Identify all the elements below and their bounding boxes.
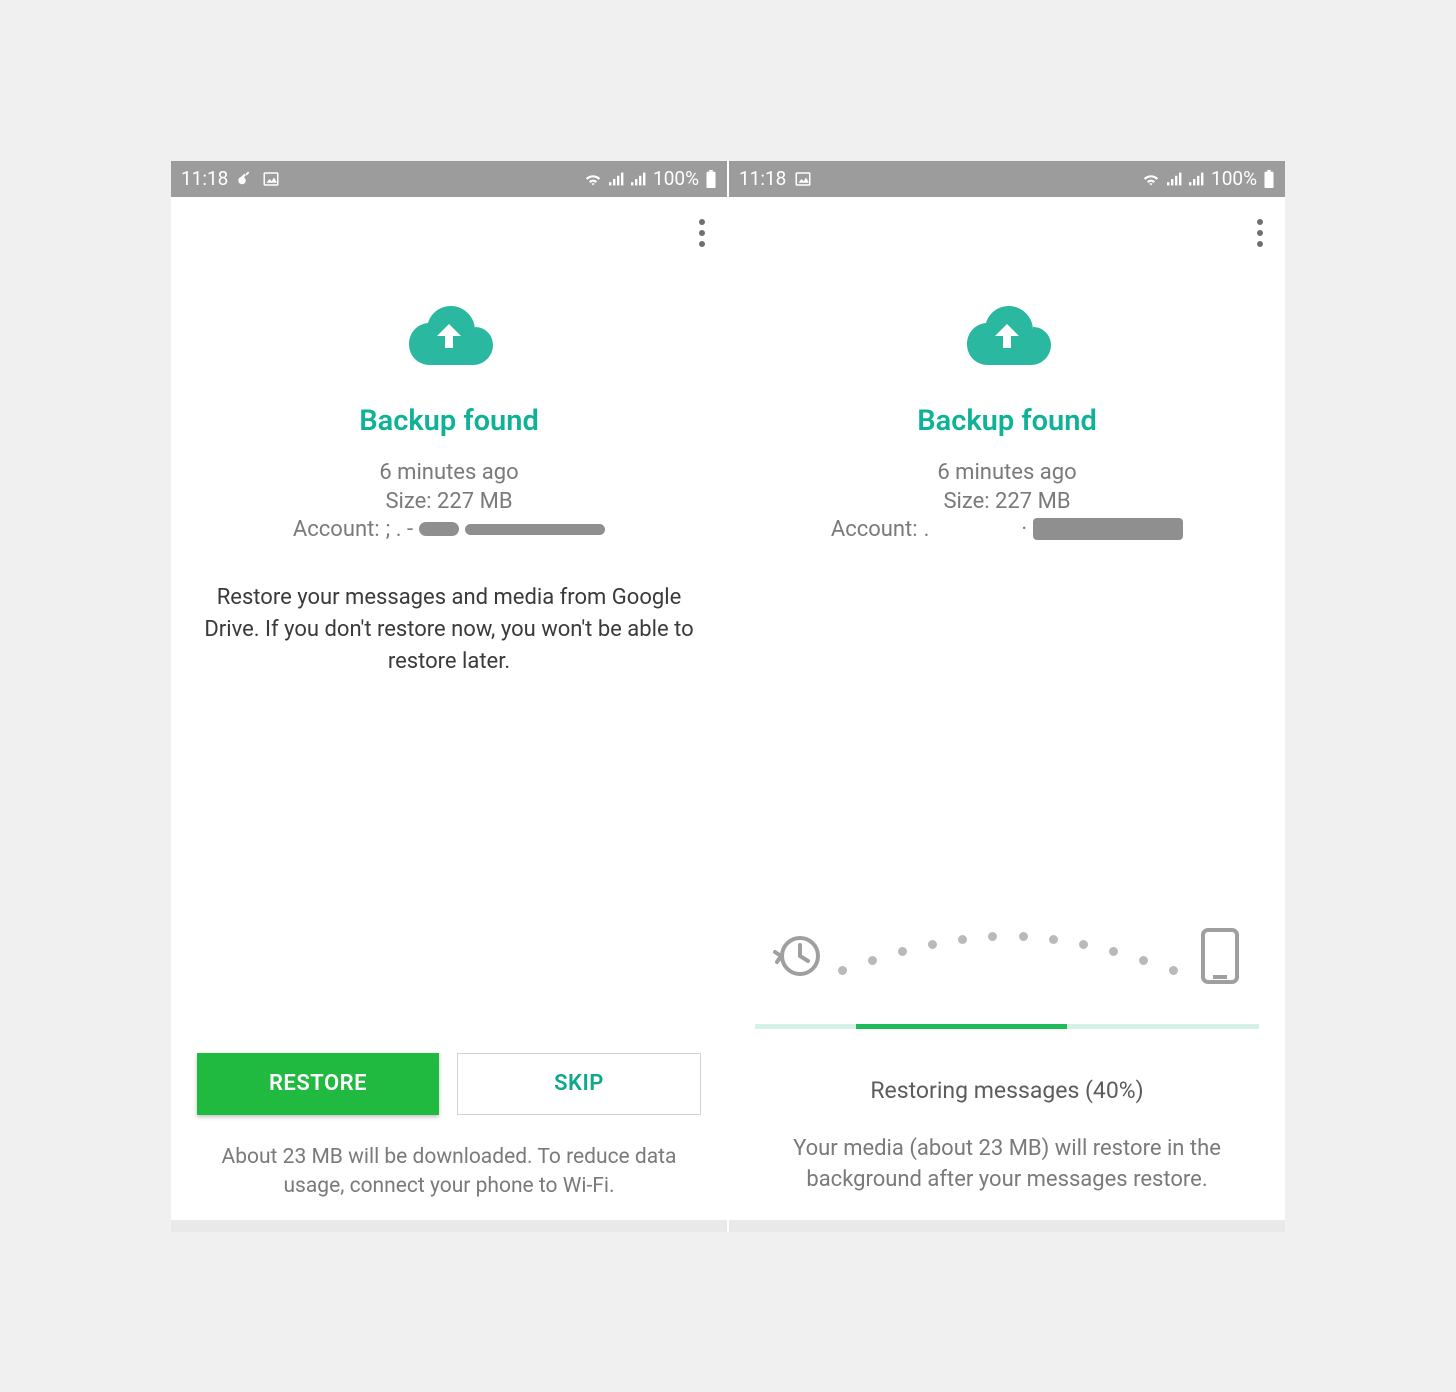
backup-timestamp: 6 minutes ago <box>937 458 1076 488</box>
bottom-section: RESTORE SKIP About 23 MB will be downloa… <box>171 1053 727 1220</box>
wifi-icon <box>583 171 603 187</box>
restore-button[interactable]: RESTORE <box>197 1053 439 1115</box>
battery-icon <box>1263 170 1275 188</box>
redacted-account: ; . - <box>386 517 605 542</box>
image-icon <box>262 170 280 188</box>
bottom-section: Restoring messages (40%) <box>729 926 1285 1134</box>
image-icon <box>794 170 812 188</box>
phone-icon <box>1199 927 1241 985</box>
signal-icon <box>631 171 647 187</box>
clock-text: 11:18 <box>739 167 786 190</box>
more-options-icon[interactable] <box>699 219 705 247</box>
cloud-upload-icon <box>961 304 1053 368</box>
progress-fill <box>856 1024 1068 1029</box>
restore-description: Restore your messages and media from Goo… <box>191 582 707 678</box>
bottom-strip <box>171 1220 727 1232</box>
main-content: Backup found 6 minutes ago Size: 227 MB … <box>729 269 1285 926</box>
main-content: Backup found 6 minutes ago Size: 227 MB … <box>171 269 727 1053</box>
account-label: Account: <box>293 517 380 542</box>
key-icon <box>236 170 254 188</box>
redacted-account: . · <box>924 517 1184 542</box>
app-bar <box>171 197 727 269</box>
restore-note: Your media (about 23 MB) will restore in… <box>729 1134 1285 1220</box>
more-options-icon[interactable] <box>1257 219 1263 247</box>
cloud-upload-icon <box>403 304 495 368</box>
app-bar <box>729 197 1285 269</box>
phone-right: 11:18 100% Backup found 6 minutes ago Si… <box>729 161 1285 1232</box>
transfer-dots <box>823 926 1199 986</box>
screenshot-pair: 11:18 100% Backup found 6 minutes ago <box>171 161 1285 1232</box>
account-row: Account: . · <box>831 517 1183 542</box>
battery-text: 100% <box>653 167 699 190</box>
bottom-strip <box>729 1220 1285 1232</box>
backup-timestamp: 6 minutes ago <box>379 458 518 488</box>
page-title: Backup found <box>359 404 539 438</box>
backup-size: Size: 227 MB <box>385 487 512 517</box>
progress-bar <box>755 1024 1259 1029</box>
status-bar: 11:18 100% <box>729 161 1285 197</box>
signal-icon <box>1167 171 1183 187</box>
account-row: Account: ; . - <box>293 517 605 542</box>
status-bar: 11:18 100% <box>171 161 727 197</box>
history-icon <box>773 931 823 981</box>
backup-size: Size: 227 MB <box>943 487 1070 517</box>
skip-button[interactable]: SKIP <box>457 1053 701 1115</box>
account-label: Account: <box>831 517 918 542</box>
phone-left: 11:18 100% Backup found 6 minutes ago <box>171 161 727 1232</box>
wifi-icon <box>1141 171 1161 187</box>
signal-icon <box>609 171 625 187</box>
battery-text: 100% <box>1211 167 1257 190</box>
battery-icon <box>705 170 717 188</box>
page-title: Backup found <box>917 404 1097 438</box>
transfer-graphic <box>755 926 1259 986</box>
clock-text: 11:18 <box>181 167 228 190</box>
restoring-status: Restoring messages (40%) <box>755 1077 1259 1104</box>
download-note: About 23 MB will be downloaded. To reduc… <box>197 1143 701 1202</box>
signal-icon <box>1189 171 1205 187</box>
